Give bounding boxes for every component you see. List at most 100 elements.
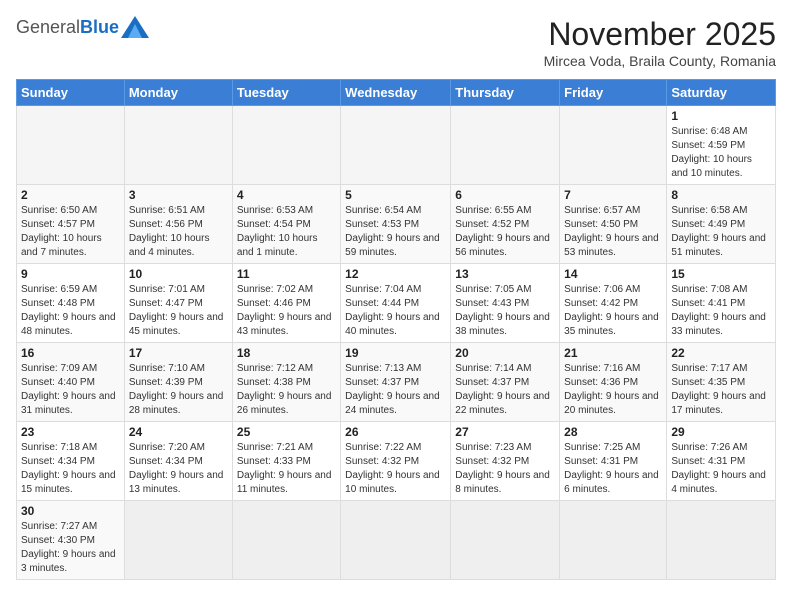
day-info: Sunrise: 6:54 AM Sunset: 4:53 PM Dayligh… xyxy=(345,204,446,260)
day-info: Sunrise: 7:05 AM Sunset: 4:43 PM Dayligh… xyxy=(455,283,555,339)
calendar-week-row: 1Sunrise: 6:48 AM Sunset: 4:59 PM Daylig… xyxy=(17,106,776,185)
day-info: Sunrise: 6:57 AM Sunset: 4:50 PM Dayligh… xyxy=(564,204,662,260)
calendar-cell xyxy=(560,501,667,580)
day-number: 26 xyxy=(345,425,446,439)
day-number: 19 xyxy=(345,346,446,360)
calendar-cell: 21Sunrise: 7:16 AM Sunset: 4:36 PM Dayli… xyxy=(560,343,667,422)
day-number: 4 xyxy=(237,188,336,202)
calendar-cell: 20Sunrise: 7:14 AM Sunset: 4:37 PM Dayli… xyxy=(451,343,560,422)
calendar-cell: 28 Sunrise: 7:25 AM Sunset: 4:31 PM Dayli… xyxy=(560,422,667,501)
calendar-cell: 5 Sunrise: 6:54 AM Sunset: 4:53 PM Daylig… xyxy=(341,185,451,264)
day-number: 7 xyxy=(564,188,662,202)
calendar-cell: 4 Sunrise: 6:53 AM Sunset: 4:54 PM Daylig… xyxy=(232,185,340,264)
location-subtitle: Mircea Voda, Braila County, Romania xyxy=(544,53,776,69)
day-info: Sunrise: 6:53 AM Sunset: 4:54 PM Dayligh… xyxy=(237,204,336,260)
day-info: Sunrise: 6:58 AM Sunset: 4:49 PM Dayligh… xyxy=(671,204,771,260)
day-number: 18 xyxy=(237,346,336,360)
calendar-cell: 3Sunrise: 6:51 AM Sunset: 4:56 PM Daylig… xyxy=(124,185,232,264)
day-info: Sunrise: 6:51 AM Sunset: 4:56 PM Dayligh… xyxy=(129,204,228,260)
day-info: Sunrise: 7:10 AM Sunset: 4:39 PM Dayligh… xyxy=(129,362,228,418)
day-number: 16 xyxy=(21,346,120,360)
day-info: Sunrise: 7:20 AM Sunset: 4:34 PM Dayligh… xyxy=(129,441,228,497)
calendar-cell xyxy=(451,501,560,580)
calendar-cell: 17 Sunrise: 7:10 AM Sunset: 4:39 PM Dayli… xyxy=(124,343,232,422)
column-header-sunday: Sunday xyxy=(17,80,125,106)
calendar-table: SundayMondayTuesdayWednesdayThursdayFrid… xyxy=(16,79,776,580)
day-info: Sunrise: 7:18 AM Sunset: 4:34 PM Dayligh… xyxy=(21,441,120,497)
day-info: Sunrise: 7:23 AM Sunset: 4:32 PM Dayligh… xyxy=(455,441,555,497)
calendar-cell: 8 Sunrise: 6:58 AM Sunset: 4:49 PM Daylig… xyxy=(667,185,776,264)
day-number: 8 xyxy=(671,188,771,202)
day-number: 30 xyxy=(21,504,120,518)
day-info: Sunrise: 7:12 AM Sunset: 4:38 PM Dayligh… xyxy=(237,362,336,418)
calendar-cell xyxy=(232,106,340,185)
day-number: 12 xyxy=(345,267,446,281)
calendar-cell: 29Sunrise: 7:26 AM Sunset: 4:31 PM Dayli… xyxy=(667,422,776,501)
day-number: 13 xyxy=(455,267,555,281)
day-info: Sunrise: 6:59 AM Sunset: 4:48 PM Dayligh… xyxy=(21,283,120,339)
calendar-week-row: 9 Sunrise: 6:59 AM Sunset: 4:48 PM Daylig… xyxy=(17,264,776,343)
calendar-cell: 7 Sunrise: 6:57 AM Sunset: 4:50 PM Daylig… xyxy=(560,185,667,264)
day-number: 2 xyxy=(21,188,120,202)
day-info: Sunrise: 7:21 AM Sunset: 4:33 PM Dayligh… xyxy=(237,441,336,497)
day-number: 23 xyxy=(21,425,120,439)
day-info: Sunrise: 7:13 AM Sunset: 4:37 PM Dayligh… xyxy=(345,362,446,418)
calendar-week-row: 2Sunrise: 6:50 AM Sunset: 4:57 PM Daylig… xyxy=(17,185,776,264)
day-number: 17 xyxy=(129,346,228,360)
calendar-cell: 16Sunrise: 7:09 AM Sunset: 4:40 PM Dayli… xyxy=(17,343,125,422)
calendar-cell: 9 Sunrise: 6:59 AM Sunset: 4:48 PM Daylig… xyxy=(17,264,125,343)
calendar-cell: 24 Sunrise: 7:20 AM Sunset: 4:34 PM Dayli… xyxy=(124,422,232,501)
day-number: 15 xyxy=(671,267,771,281)
calendar-cell: 19 Sunrise: 7:13 AM Sunset: 4:37 PM Dayli… xyxy=(341,343,451,422)
column-header-wednesday: Wednesday xyxy=(341,80,451,106)
calendar-cell: 18 Sunrise: 7:12 AM Sunset: 4:38 PM Dayli… xyxy=(232,343,340,422)
column-header-thursday: Thursday xyxy=(451,80,560,106)
calendar-week-row: 30 Sunrise: 7:27 AM Sunset: 4:30 PM Dayli… xyxy=(17,501,776,580)
calendar-cell: 26 Sunrise: 7:22 AM Sunset: 4:32 PM Dayli… xyxy=(341,422,451,501)
calendar-cell: 11 Sunrise: 7:02 AM Sunset: 4:46 PM Dayli… xyxy=(232,264,340,343)
day-number: 9 xyxy=(21,267,120,281)
logo-icon xyxy=(121,16,149,38)
logo-general-text: General xyxy=(16,17,80,38)
day-info: Sunrise: 7:01 AM Sunset: 4:47 PM Dayligh… xyxy=(129,283,228,339)
calendar-cell: 13 Sunrise: 7:05 AM Sunset: 4:43 PM Dayli… xyxy=(451,264,560,343)
day-info: Sunrise: 7:16 AM Sunset: 4:36 PM Dayligh… xyxy=(564,362,662,418)
calendar-cell xyxy=(341,106,451,185)
calendar-cell: 10 Sunrise: 7:01 AM Sunset: 4:47 PM Dayli… xyxy=(124,264,232,343)
calendar-cell xyxy=(451,106,560,185)
calendar-cell xyxy=(560,106,667,185)
day-info: Sunrise: 6:55 AM Sunset: 4:52 PM Dayligh… xyxy=(455,204,555,260)
calendar-cell: 30 Sunrise: 7:27 AM Sunset: 4:30 PM Dayli… xyxy=(17,501,125,580)
day-info: Sunrise: 7:06 AM Sunset: 4:42 PM Dayligh… xyxy=(564,283,662,339)
day-info: Sunrise: 7:27 AM Sunset: 4:30 PM Dayligh… xyxy=(21,520,120,576)
day-info: Sunrise: 7:25 AM Sunset: 4:31 PM Dayligh… xyxy=(564,441,662,497)
day-info: Sunrise: 7:08 AM Sunset: 4:41 PM Dayligh… xyxy=(671,283,771,339)
day-info: Sunrise: 7:22 AM Sunset: 4:32 PM Dayligh… xyxy=(345,441,446,497)
calendar-cell: 22Sunrise: 7:17 AM Sunset: 4:35 PM Dayli… xyxy=(667,343,776,422)
day-number: 20 xyxy=(455,346,555,360)
day-number: 24 xyxy=(129,425,228,439)
day-number: 27 xyxy=(455,425,555,439)
day-number: 28 xyxy=(564,425,662,439)
calendar-cell xyxy=(341,501,451,580)
title-area: November 2025 Mircea Voda, Braila County… xyxy=(544,16,776,69)
day-number: 11 xyxy=(237,267,336,281)
column-header-friday: Friday xyxy=(560,80,667,106)
day-number: 29 xyxy=(671,425,771,439)
column-header-monday: Monday xyxy=(124,80,232,106)
calendar-cell: 1Sunrise: 6:48 AM Sunset: 4:59 PM Daylig… xyxy=(667,106,776,185)
calendar-week-row: 23 Sunrise: 7:18 AM Sunset: 4:34 PM Dayli… xyxy=(17,422,776,501)
calendar-cell: 14 Sunrise: 7:06 AM Sunset: 4:42 PM Dayli… xyxy=(560,264,667,343)
column-header-tuesday: Tuesday xyxy=(232,80,340,106)
day-number: 10 xyxy=(129,267,228,281)
calendar-cell: 23 Sunrise: 7:18 AM Sunset: 4:34 PM Dayli… xyxy=(17,422,125,501)
calendar-cell: 15 Sunrise: 7:08 AM Sunset: 4:41 PM Dayli… xyxy=(667,264,776,343)
day-number: 5 xyxy=(345,188,446,202)
day-number: 14 xyxy=(564,267,662,281)
calendar-cell: 12Sunrise: 7:04 AM Sunset: 4:44 PM Dayli… xyxy=(341,264,451,343)
day-info: Sunrise: 7:17 AM Sunset: 4:35 PM Dayligh… xyxy=(671,362,771,418)
logo: General Blue xyxy=(16,16,149,38)
day-number: 6 xyxy=(455,188,555,202)
day-info: Sunrise: 6:48 AM Sunset: 4:59 PM Dayligh… xyxy=(671,125,771,181)
day-info: Sunrise: 7:02 AM Sunset: 4:46 PM Dayligh… xyxy=(237,283,336,339)
